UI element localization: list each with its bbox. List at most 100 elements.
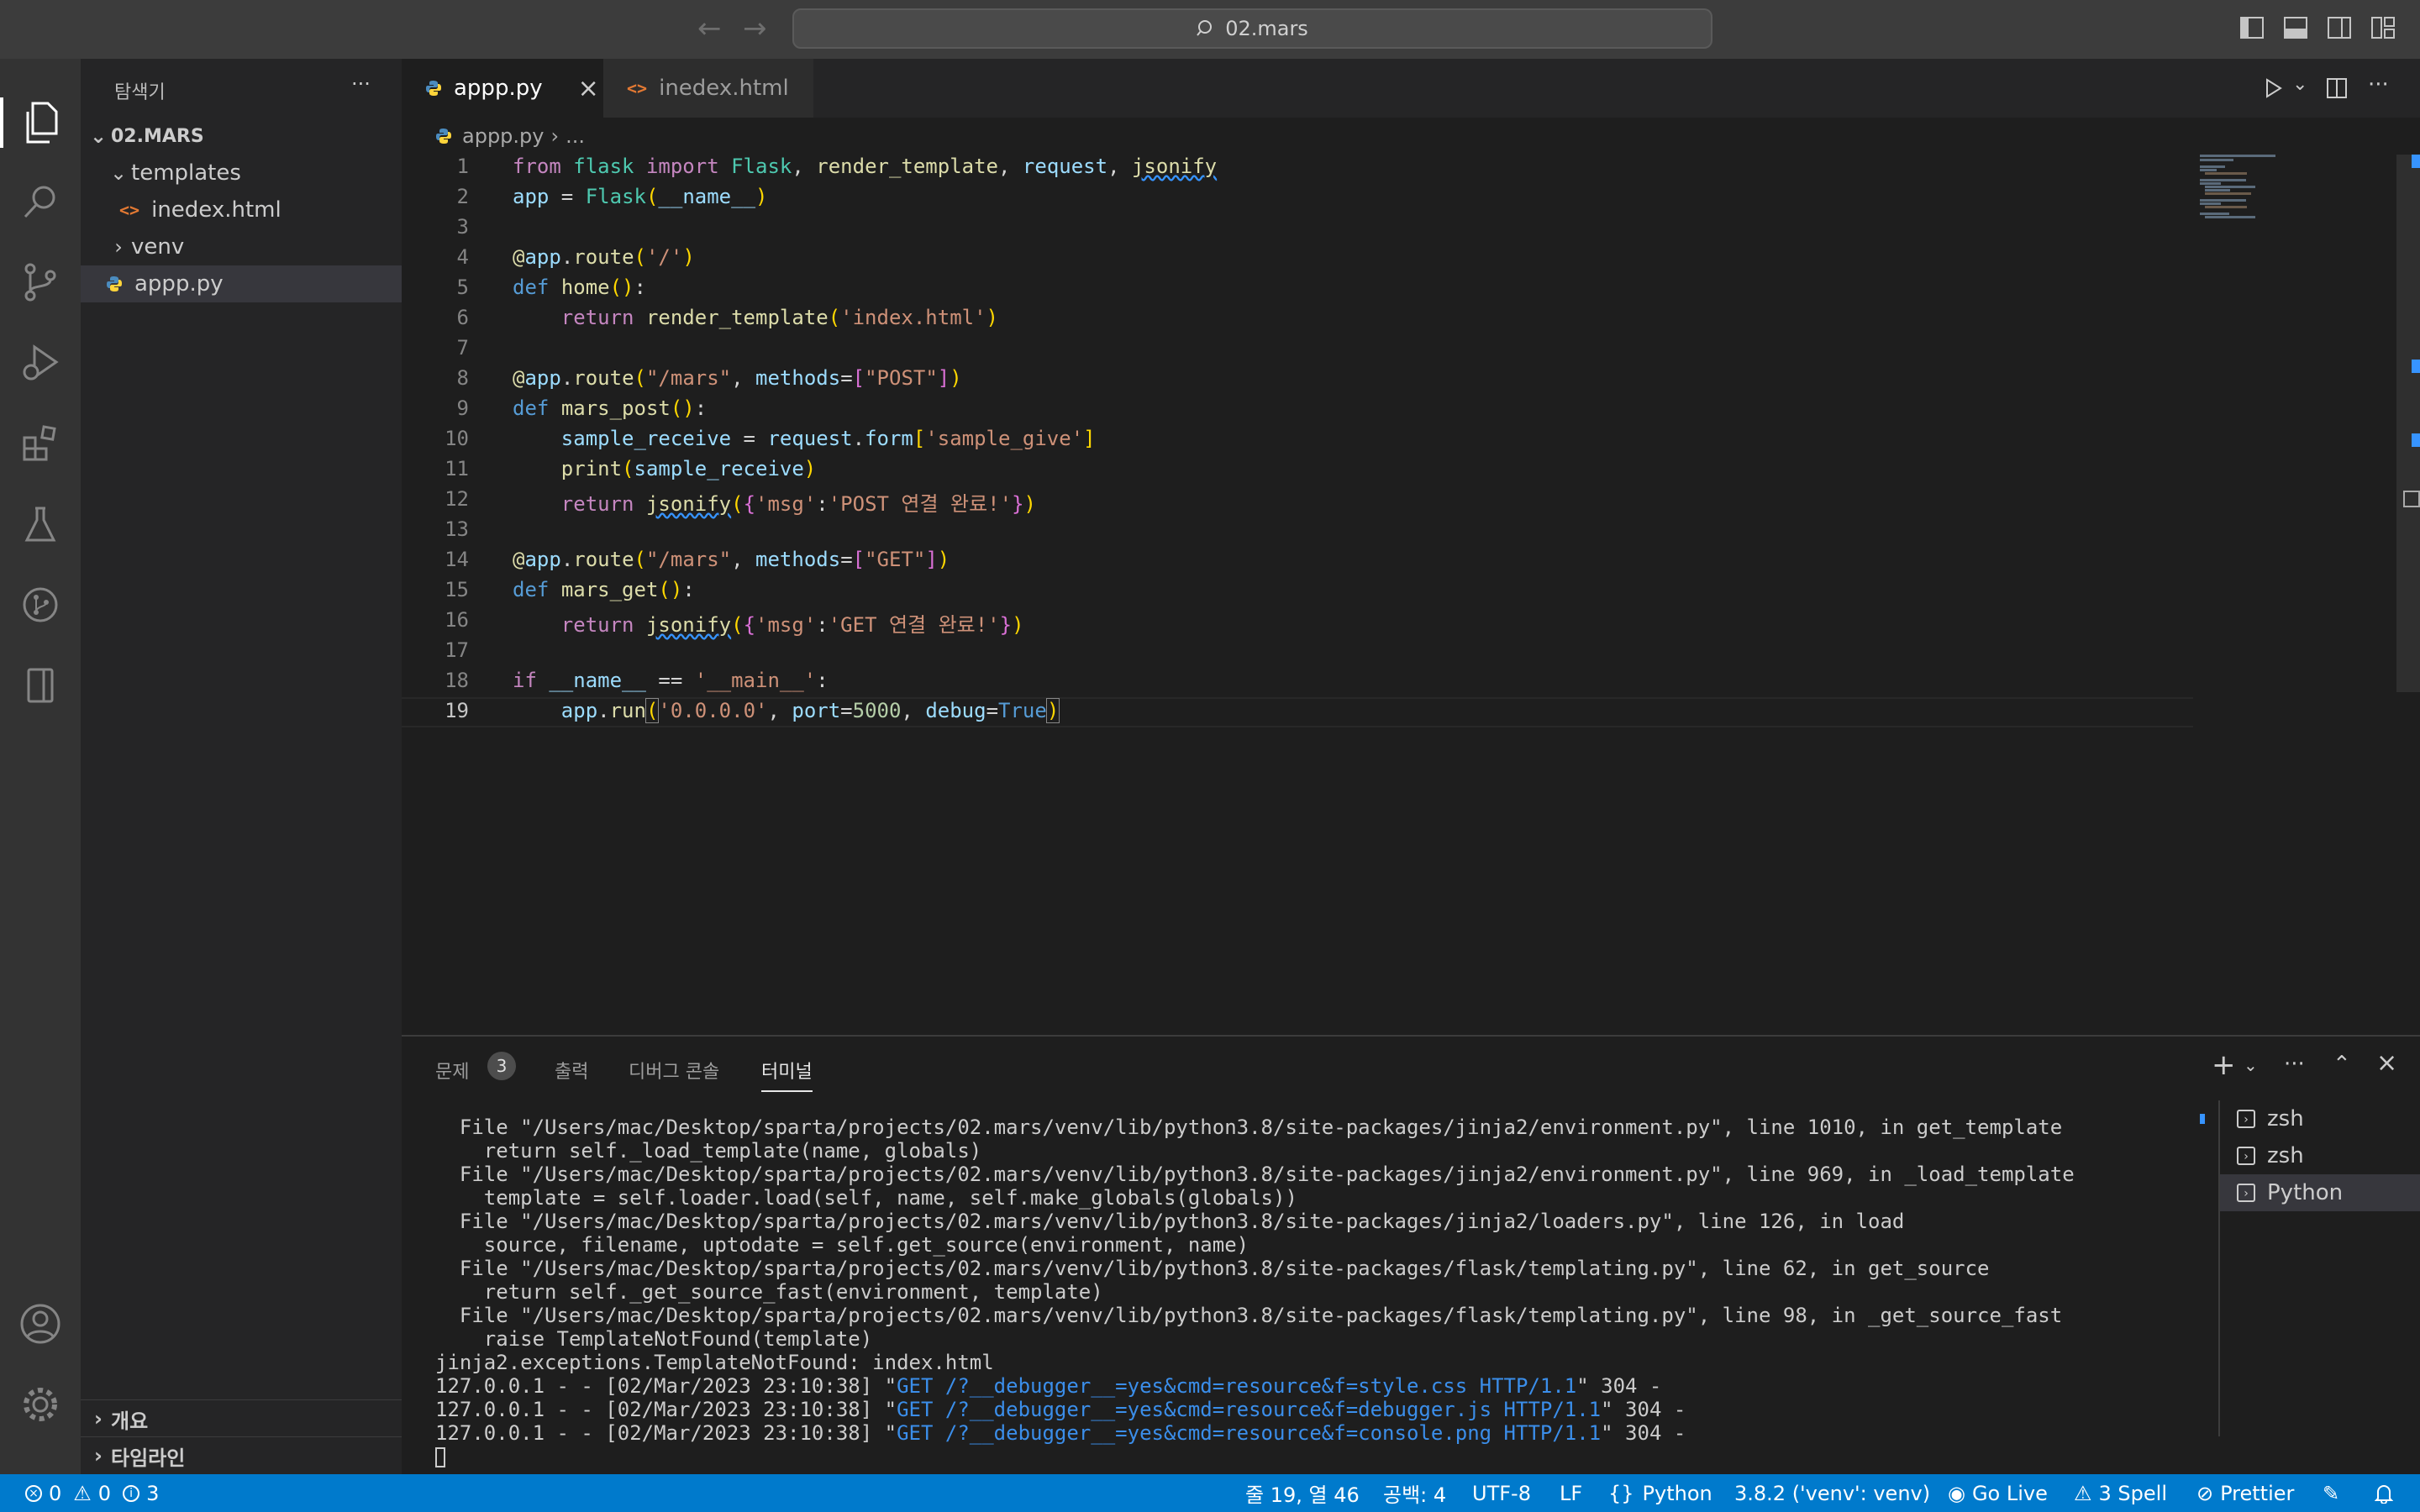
- breadcrumb-symbols[interactable]: ...: [566, 124, 585, 148]
- explorer-icon[interactable]: [0, 97, 66, 148]
- go-live-button[interactable]: ◉ Go Live: [1948, 1474, 2048, 1512]
- line-number: 16: [445, 608, 469, 632]
- warning-icon: ⚠: [73, 1481, 92, 1505]
- editor-tab-bar: appp.py × <> inedex.html ⌄ ···: [402, 59, 2420, 118]
- line-number: 13: [445, 517, 469, 541]
- tree-item-label: inedex.html: [151, 197, 281, 223]
- notebook-icon[interactable]: [15, 660, 66, 711]
- maximize-panel-chevron-up-icon[interactable]: ⌃: [2333, 1052, 2351, 1077]
- close-tab-icon[interactable]: ×: [578, 74, 599, 103]
- explorer-title: 탐색기: [114, 82, 166, 103]
- line-number: 11: [445, 457, 469, 480]
- line-number: 5: [456, 276, 469, 299]
- tab-appp-py[interactable]: appp.py ×: [402, 59, 603, 118]
- activity-bar: [0, 59, 81, 1474]
- cursor-position[interactable]: 줄 19, 열 46: [1245, 1474, 1360, 1512]
- editor-more-actions-icon[interactable]: ···: [2368, 72, 2389, 97]
- toggle-panel-icon[interactable]: [2284, 17, 2307, 39]
- terminal-link[interactable]: GET /?__debugger__=yes&cmd=resource&f=co…: [897, 1421, 1601, 1445]
- html-file-icon: <>: [119, 200, 140, 220]
- prettier-icon: ⊘: [2196, 1481, 2214, 1505]
- line-number: 10: [445, 427, 469, 450]
- command-center-search[interactable]: 02.mars: [792, 8, 1712, 49]
- toggle-primary-sidebar-icon[interactable]: [2240, 17, 2264, 39]
- tree-file-appp-py[interactable]: appp.py: [81, 265, 402, 302]
- terminal-icon: ›: [2237, 1184, 2255, 1202]
- language-mode[interactable]: {} Python: [1608, 1474, 1712, 1512]
- extensions-icon[interactable]: [15, 418, 66, 469]
- terminal-line: File "/Users/mac/Desktop/sparta/projects…: [435, 1257, 1990, 1280]
- spell-check-status[interactable]: ⚠ 3 Spell: [2074, 1474, 2167, 1512]
- problems-status[interactable]: × 0 ⚠ 0 i 3: [25, 1474, 159, 1512]
- code-line: @app.route("/mars", methods=["POST"]): [513, 366, 962, 390]
- terminal-output[interactable]: File "/Users/mac/Desktop/sparta/projects…: [435, 1116, 2420, 1468]
- tab-terminal[interactable]: 터미널: [761, 1057, 813, 1092]
- chevron-right-icon: ›: [94, 1407, 103, 1431]
- terminal-label: zsh: [2267, 1106, 2304, 1131]
- window-title: 02.mars: [1225, 17, 1308, 40]
- settings-gear-icon[interactable]: [15, 1379, 66, 1430]
- terminal-link[interactable]: GET /?__debugger__=yes&cmd=resource&f=de…: [897, 1398, 1601, 1421]
- more-actions-icon[interactable]: ···: [351, 72, 371, 96]
- spell-label: 3 Spell: [2098, 1481, 2167, 1505]
- encoding-status[interactable]: UTF-8: [1472, 1474, 1531, 1512]
- new-terminal-plus-icon[interactable]: +: [2212, 1048, 2236, 1082]
- tree-file-inedex-html[interactable]: <> inedex.html: [81, 192, 402, 228]
- tab-inedex-html[interactable]: <> inedex.html: [603, 59, 813, 118]
- prettier-status[interactable]: ⊘ Prettier: [2196, 1474, 2294, 1512]
- notifications-bell-icon[interactable]: [2375, 1474, 2393, 1512]
- tab-label: appp.py: [454, 76, 543, 101]
- workspace-root[interactable]: ⌄ 02.MARS: [81, 118, 402, 155]
- code-line: def mars_get():: [513, 578, 695, 601]
- python-file-icon: [426, 81, 441, 96]
- run-dropdown-chevron-icon[interactable]: ⌄: [2292, 74, 2307, 95]
- tab-debug-console[interactable]: 디버그 콘솔: [629, 1057, 719, 1084]
- code-line: def home():: [513, 276, 646, 299]
- python-interpreter[interactable]: 3.8.2 ('venv': venv): [1734, 1474, 1930, 1512]
- code-editor[interactable]: 1 2 3 4 5 6 7 8 9 10 11 12 13 14 15 16 1…: [402, 155, 2183, 1028]
- terminal-instance-python[interactable]: › Python: [2220, 1174, 2420, 1211]
- timeline-section[interactable]: › 타임라인: [81, 1436, 402, 1474]
- back-arrow-icon[interactable]: ←: [697, 12, 722, 45]
- run-debug-icon[interactable]: [15, 338, 66, 388]
- toggle-secondary-sidebar-icon[interactable]: [2328, 17, 2351, 39]
- info-icon: i: [123, 1484, 140, 1502]
- split-editor-icon[interactable]: [2326, 77, 2348, 99]
- status-bar: × 0 ⚠ 0 i 3 줄 19, 열 46 공백: 4 UTF-8 LF {}…: [0, 1474, 2420, 1512]
- tab-problems[interactable]: 문제: [435, 1057, 469, 1084]
- workspace-root-label: 02.MARS: [111, 125, 204, 147]
- line-number: 3: [456, 215, 469, 239]
- minimap[interactable]: [2200, 155, 2292, 239]
- indentation-status[interactable]: 공백: 4: [1383, 1474, 1446, 1512]
- customize-layout-icon[interactable]: [2371, 17, 2395, 39]
- close-panel-icon[interactable]: ×: [2376, 1048, 2397, 1078]
- eol-status[interactable]: LF: [1560, 1474, 1582, 1512]
- search-icon[interactable]: [15, 176, 66, 227]
- breadcrumb-file[interactable]: appp.py: [462, 124, 544, 148]
- account-icon[interactable]: [15, 1299, 66, 1349]
- panel-more-actions-icon[interactable]: ···: [2284, 1052, 2305, 1077]
- forward-arrow-icon[interactable]: →: [743, 12, 767, 45]
- python-file-icon: [107, 276, 122, 291]
- terminal-instance-zsh[interactable]: › zsh: [2220, 1100, 2420, 1137]
- terminal-instance-zsh[interactable]: › zsh: [2220, 1137, 2420, 1174]
- bottom-panel: 문제 3 출력 디버그 콘솔 터미널 + ⌄ ··· ⌃ × File "/Us…: [402, 1035, 2420, 1476]
- run-python-file-icon[interactable]: [2262, 77, 2284, 99]
- editor-scrollbar[interactable]: [2396, 155, 2420, 692]
- tree-folder-templates[interactable]: ⌄ templates: [81, 155, 402, 192]
- search-icon: [1197, 20, 1213, 36]
- outline-section[interactable]: › 개요: [81, 1399, 402, 1437]
- terminal-line: raise TemplateNotFound(template): [435, 1327, 873, 1351]
- testing-flask-icon[interactable]: [15, 499, 66, 549]
- feedback-icon[interactable]: ✎: [2323, 1474, 2339, 1512]
- terminal-link[interactable]: GET /?__debugger__=yes&cmd=resource&f=st…: [897, 1374, 1576, 1398]
- terminal-dropdown-chevron-icon[interactable]: ⌄: [2244, 1055, 2258, 1075]
- line-number: 2: [456, 185, 469, 208]
- tree-folder-venv[interactable]: › venv: [81, 228, 402, 265]
- source-control-icon[interactable]: [15, 257, 66, 307]
- line-number: 12: [445, 487, 469, 511]
- scrollbar-marker: [2412, 433, 2420, 447]
- git-graph-icon[interactable]: [15, 580, 66, 630]
- terminal-line: template = self.loader.load(self, name, …: [435, 1186, 1297, 1210]
- tab-output[interactable]: 출력: [555, 1057, 588, 1084]
